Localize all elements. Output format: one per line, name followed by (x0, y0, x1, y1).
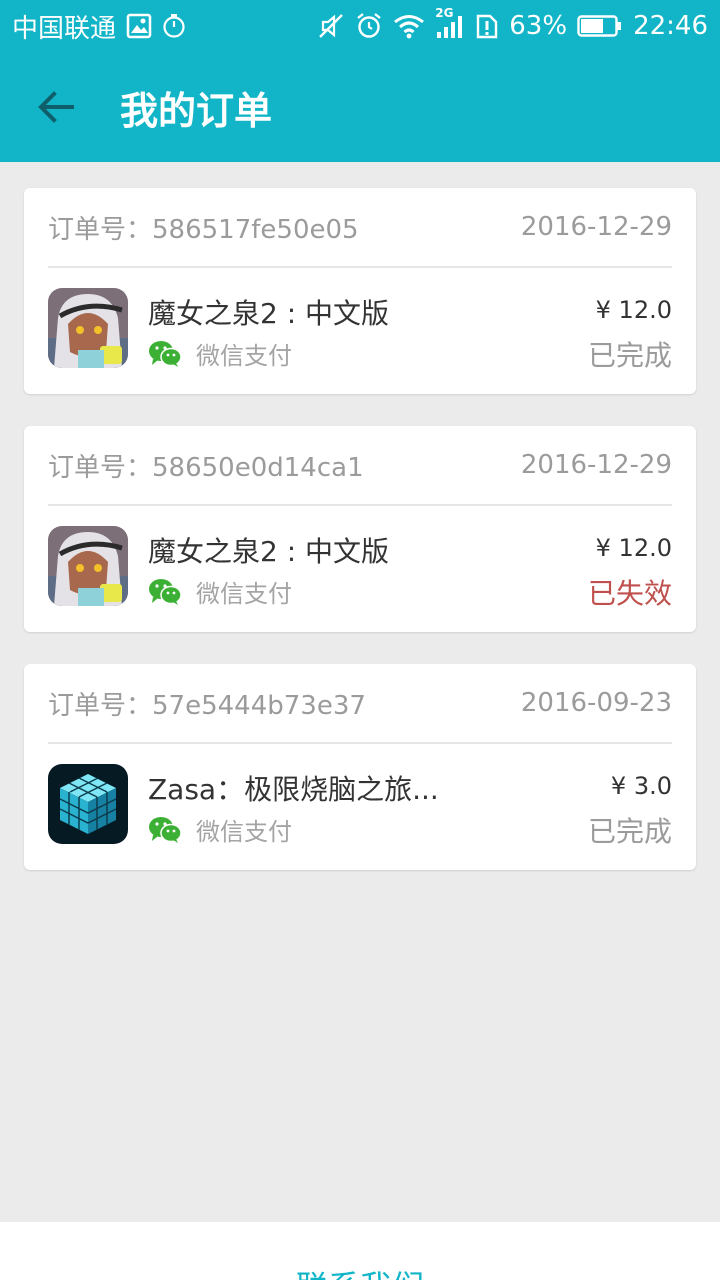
arrow-left-icon (38, 91, 74, 123)
order-date: 2016-09-23 (520, 688, 672, 718)
payment-method: 微信支付 (148, 812, 292, 847)
status-left: 中国联通 (12, 8, 186, 45)
order-number-label: 订单号： (48, 214, 153, 245)
contact-us-button[interactable]: 联系我们 (296, 1262, 424, 1280)
order-body: 魔女之泉2 : 中文版 微信支付 ¥ 12.0 已完成 (48, 268, 672, 392)
order-header: 订单号：586517fe50e05 2016-12-29 (48, 188, 672, 268)
wechat-icon (149, 816, 182, 843)
cube-icon (48, 764, 128, 844)
wechat-icon (149, 340, 182, 367)
mute-icon (317, 12, 345, 40)
app-bar: 我的订单 (0, 52, 720, 162)
order-price: ¥ 12.0 (595, 296, 672, 324)
order-list: 订单号：586517fe50e05 2016-12-29 魔女之泉2 : 中文版 (24, 188, 696, 902)
payment-method-label: 微信支付 (196, 342, 292, 370)
order-id: 586517fe50e05 (152, 214, 359, 245)
order-header: 订单号：58650e0d14ca1 2016-12-29 (48, 426, 672, 506)
battery-percent: 63% (509, 11, 568, 41)
wifi-icon (393, 13, 425, 39)
battery-icon (577, 14, 623, 38)
order-card[interactable]: 订单号：57e5444b73e37 2016-09-23 Zasa：极限烧脑之旅… (24, 664, 696, 870)
order-number-label: 订单号： (48, 690, 153, 721)
order-id: 58650e0d14ca1 (152, 452, 364, 483)
bottom-bar: 联系我们 (0, 1222, 720, 1280)
wechat-icon (149, 578, 182, 605)
witch-spring-icon (48, 526, 128, 606)
payment-method: 微信支付 (148, 574, 292, 609)
order-date: 2016-12-29 (520, 212, 672, 242)
order-body: Zasa：极限烧脑之旅... 微信支付 ¥ 3.0 已完成 (48, 744, 672, 868)
witch-spring-icon (48, 288, 128, 368)
carrier-label: 中国联通 (12, 13, 117, 44)
order-card[interactable]: 订单号：58650e0d14ca1 2016-12-29 魔女之泉2 : 中文版 (24, 426, 696, 632)
order-body: 魔女之泉2 : 中文版 微信支付 ¥ 12.0 已失效 (48, 506, 672, 630)
order-number: 订单号：57e5444b73e37 (48, 685, 366, 722)
order-card[interactable]: 订单号：586517fe50e05 2016-12-29 魔女之泉2 : 中文版 (24, 188, 696, 394)
clock: 22:46 (633, 11, 708, 41)
signal-icon: 2G (435, 6, 465, 40)
timer-icon (162, 13, 186, 39)
order-id: 57e5444b73e37 (152, 690, 366, 721)
order-date: 2016-12-29 (520, 450, 672, 480)
game-name: 魔女之泉2 : 中文版 (148, 535, 390, 568)
order-number: 订单号：58650e0d14ca1 (48, 447, 364, 484)
order-header: 订单号：57e5444b73e37 2016-09-23 (48, 664, 672, 744)
order-number: 订单号：586517fe50e05 (48, 209, 359, 246)
order-status: 已失效 (587, 577, 672, 610)
image-icon (126, 13, 152, 39)
payment-method-label: 微信支付 (196, 580, 292, 608)
alarm-icon (355, 12, 383, 40)
network-type-label: 2G (435, 6, 454, 20)
order-number-label: 订单号： (48, 452, 153, 483)
order-price: ¥ 12.0 (595, 534, 672, 562)
page-title: 我的订单 (120, 88, 273, 133)
status-bar: 中国联通 2G 63% 22:46 (0, 0, 720, 52)
game-name: 魔女之泉2 : 中文版 (148, 297, 390, 330)
game-name: Zasa：极限烧脑之旅... (148, 773, 439, 806)
payment-method: 微信支付 (148, 336, 292, 371)
order-status: 已完成 (587, 339, 672, 372)
order-status: 已完成 (587, 815, 672, 848)
back-button[interactable] (0, 52, 112, 162)
sim-alert-icon (475, 12, 499, 40)
order-price: ¥ 3.0 (610, 772, 672, 800)
payment-method-label: 微信支付 (196, 818, 292, 846)
status-right: 2G 63% 22:46 (317, 6, 708, 41)
